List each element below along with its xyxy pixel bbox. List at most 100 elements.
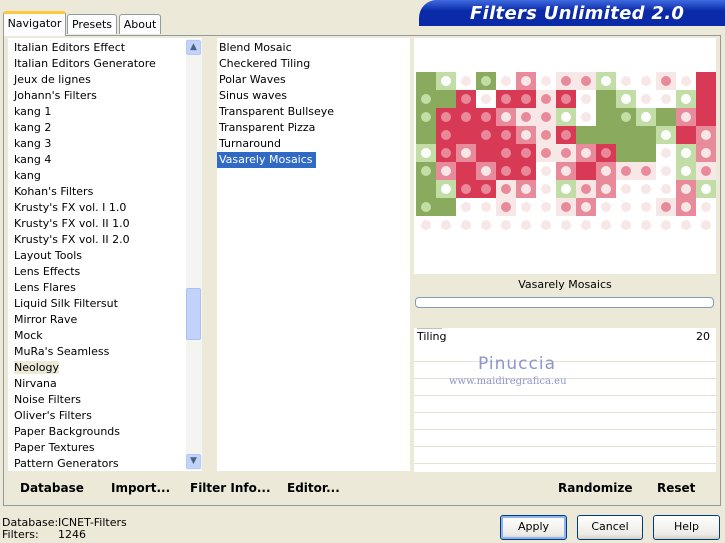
mosaic-tile (436, 198, 456, 216)
mosaic-tile (496, 108, 516, 126)
scroll-down-icon[interactable]: ▼ (186, 454, 201, 469)
mosaic-dot (641, 166, 651, 176)
category-item[interactable]: Mirror Rave (8, 312, 77, 328)
category-item[interactable]: Liquid Silk Filtersut (8, 296, 118, 312)
category-item[interactable]: Krusty's FX vol. I 1.0 (8, 200, 126, 216)
category-item[interactable]: Italian Editors Effect (8, 40, 125, 56)
mosaic-dot (541, 220, 551, 230)
scrollbar-thumb[interactable] (186, 288, 201, 340)
category-item[interactable]: Mock (8, 328, 43, 344)
mosaic-dot (621, 166, 631, 176)
watermark-name: Pinuccia (478, 354, 556, 374)
filter-list[interactable]: Blend Mosaic Checkered Tiling Polar Waves S… (217, 38, 410, 471)
reset-button[interactable]: Reset (657, 481, 695, 495)
mosaic-tile (476, 126, 496, 144)
category-item[interactable]: kang 4 (8, 152, 51, 168)
category-item[interactable]: Kohan's Filters (8, 184, 93, 200)
category-item[interactable]: kang 3 (8, 136, 51, 152)
randomize-button[interactable]: Randomize (558, 481, 632, 495)
filter-item[interactable]: Vasarely Mosaics (217, 152, 316, 168)
scroll-up-icon[interactable]: ▲ (186, 40, 201, 55)
apply-button[interactable]: Apply (500, 515, 567, 540)
mosaic-dot (641, 148, 651, 158)
editor-button[interactable]: Editor... (287, 481, 340, 495)
mosaic-dot (601, 184, 611, 194)
mosaic-dot (561, 112, 571, 122)
mosaic-dot (681, 148, 691, 158)
category-item[interactable]: kang (8, 168, 41, 184)
category-item[interactable]: Nirvana (8, 376, 57, 392)
mosaic-dot (421, 148, 431, 158)
mosaic-dot (561, 148, 571, 158)
mosaic-tile (516, 90, 536, 108)
mosaic-tile (536, 72, 556, 90)
tab-presets[interactable]: Presets (67, 14, 117, 34)
category-item[interactable]: Noise Filters (8, 392, 81, 408)
category-item[interactable]: kang 1 (8, 104, 51, 120)
mosaic-dot (641, 94, 651, 104)
category-item[interactable]: Johann's Filters (8, 88, 97, 104)
category-item[interactable]: Italian Editors Generatore (8, 56, 156, 72)
category-item[interactable]: Paper Textures (8, 440, 95, 456)
category-item-label: Nirvana (14, 377, 57, 390)
category-scrollbar[interactable]: ▲ ▼ (186, 39, 202, 470)
category-item[interactable]: Layout Tools (8, 248, 82, 264)
category-item-label: kang 4 (14, 153, 52, 166)
category-item[interactable]: Neology (8, 360, 60, 376)
category-item[interactable]: Jeux de lignes (8, 72, 91, 88)
category-item[interactable]: Paper Backgrounds (8, 424, 120, 440)
filter-item[interactable]: Turnaround (217, 136, 281, 152)
mosaic-tile (556, 216, 576, 234)
mosaic-tile (516, 216, 536, 234)
import-label: Import... (111, 481, 171, 495)
mosaic-dot (421, 112, 431, 122)
app-title: Filters Unlimited 2.0 (470, 3, 685, 24)
mosaic-dot (701, 220, 711, 230)
category-item[interactable]: Pattern Generators (8, 456, 119, 472)
import-button[interactable]: Import... (111, 481, 170, 495)
mosaic-dot (601, 130, 611, 140)
category-item[interactable]: Lens Flares (8, 280, 76, 296)
mosaic-dot (581, 184, 591, 194)
mosaic-tile (616, 198, 636, 216)
filter-item[interactable]: Checkered Tiling (217, 56, 310, 72)
mosaic-dot (441, 130, 451, 140)
filter-item[interactable]: Polar Waves (217, 72, 286, 88)
mosaic-tile (636, 162, 656, 180)
filter-item[interactable]: Transparent Bullseye (217, 104, 334, 120)
tab-about[interactable]: About (119, 14, 161, 34)
mosaic-dot (421, 202, 431, 212)
mosaic-tile (636, 72, 656, 90)
category-item[interactable]: kang 2 (8, 120, 51, 136)
filter-item[interactable]: Sinus waves (217, 88, 287, 104)
database-button[interactable]: Database (20, 481, 84, 495)
category-item[interactable]: Krusty's FX vol. II 1.0 (8, 216, 130, 232)
category-item[interactable]: Krusty's FX vol. II 2.0 (8, 232, 130, 248)
mosaic-dot (681, 130, 691, 140)
category-list[interactable]: Italian Editors Effect Italian Editors Ge… (8, 38, 202, 471)
filter-item[interactable]: Transparent Pizza (217, 120, 315, 136)
category-item-label: Italian Editors Effect (14, 41, 126, 54)
parameter-row[interactable]: Tiling 20 (414, 328, 716, 344)
category-item[interactable]: Oliver's Filters (8, 408, 92, 424)
mosaic-tile (696, 216, 716, 234)
filter-item[interactable]: Blend Mosaic (217, 40, 292, 56)
mosaic-dot (541, 76, 551, 86)
tab-navigator[interactable]: Navigator (3, 11, 66, 36)
category-item[interactable]: Lens Effects (8, 264, 80, 280)
cancel-button[interactable]: Cancel (577, 515, 643, 540)
mosaic-tile (496, 198, 516, 216)
category-item-label: Krusty's FX vol. I 1.0 (14, 201, 127, 214)
category-item-label: Lens Flares (14, 281, 76, 294)
mosaic-dot (701, 130, 711, 140)
category-item[interactable]: MuRa's Seamless (8, 344, 109, 360)
filter-info-button[interactable]: Filter Info... (190, 481, 271, 495)
help-button[interactable]: Help (653, 515, 720, 540)
mosaic-dot (601, 94, 611, 104)
category-item-label: kang 3 (14, 137, 52, 150)
mosaic-dot (581, 130, 591, 140)
mosaic-tile (576, 198, 596, 216)
parameter-row-empty (414, 413, 716, 430)
mosaic-tile (636, 108, 656, 126)
mosaic-dot (621, 112, 631, 122)
